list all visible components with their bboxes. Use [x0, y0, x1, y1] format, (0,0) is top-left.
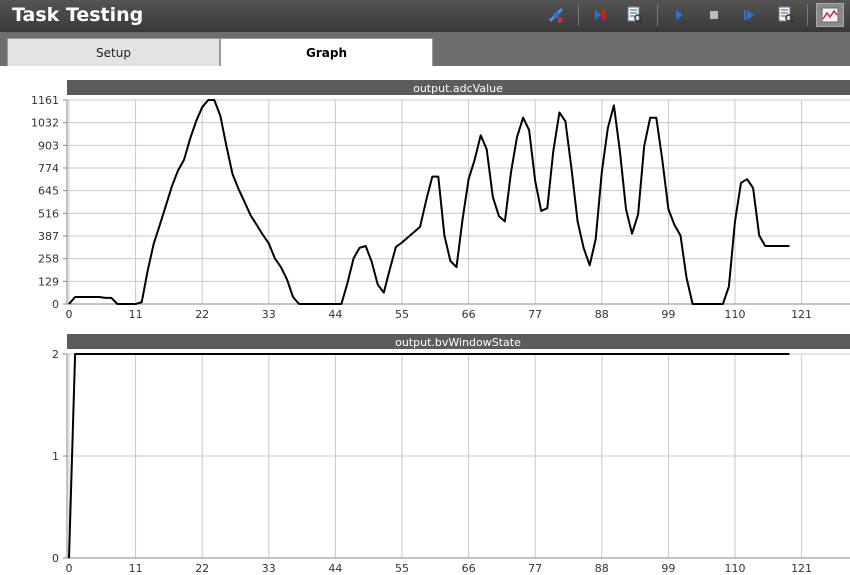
x-tick-label: 99 [661, 562, 675, 575]
graph-view-button[interactable] [816, 3, 844, 27]
tab-setup-label: Setup [96, 45, 131, 60]
x-tick-label: 110 [724, 562, 745, 575]
x-tick-label: 44 [328, 308, 342, 321]
connect-button[interactable] [545, 4, 567, 26]
stop-button[interactable] [703, 4, 725, 26]
x-tick-label: 110 [724, 308, 745, 321]
y-tick-label: 129 [38, 275, 59, 288]
adc-value-chart: output.adcValue 0 129 258 387 516 645 774 903 10… [31, 80, 850, 321]
report-button[interactable] [775, 4, 797, 26]
window-title: Task Testing [12, 4, 144, 26]
toolbar-separator [807, 4, 808, 26]
document-search-button[interactable] [624, 4, 646, 26]
connect-icon [548, 7, 564, 23]
x-tick-label: 11 [129, 562, 143, 575]
report-icon [778, 6, 795, 24]
y-tick-label: 2 [52, 348, 59, 361]
x-tick-label: 0 [66, 308, 73, 321]
stop-icon [710, 11, 718, 19]
x-tick-label: 121 [791, 562, 812, 575]
y-tick-label: 0 [52, 298, 59, 311]
play-icon [676, 10, 683, 20]
x-tick-label: 66 [462, 308, 476, 321]
toolbar-separator [657, 4, 658, 26]
toolbar-separator [578, 4, 579, 26]
x-tick-label: 33 [262, 308, 276, 321]
y-tick-label: 1161 [31, 94, 59, 107]
x-tick-label: 55 [395, 308, 409, 321]
stop-record-icon [595, 10, 605, 20]
tab-bar: Setup Graph [0, 32, 850, 67]
x-tick-label: 33 [262, 562, 276, 575]
x-tick-label: 0 [66, 562, 73, 575]
x-tick-label: 22 [195, 562, 209, 575]
x-tick-label: 44 [328, 562, 342, 575]
x-tick-label: 55 [395, 562, 409, 575]
x-tick-label: 88 [595, 562, 609, 575]
y-tick-label: 387 [38, 230, 59, 243]
tab-graph-label: Graph [306, 46, 347, 60]
y-tick-label: 1 [52, 450, 59, 463]
x-tick-label: 88 [595, 308, 609, 321]
title-bar: Task Testing [0, 0, 850, 32]
y-tick-label: 516 [38, 207, 59, 220]
chart-title: output.bvWindowState [395, 336, 521, 349]
x-tick-label: 121 [791, 308, 812, 321]
chart-grid [66, 353, 850, 559]
x-tick-label: 77 [528, 308, 542, 321]
x-tick-label: 77 [528, 562, 542, 575]
x-tick-label: 22 [195, 308, 209, 321]
x-tick-label: 99 [661, 308, 675, 321]
tab-setup[interactable]: Setup [7, 38, 220, 66]
chart-grid [66, 99, 850, 305]
stop-recording-button[interactable] [589, 4, 611, 26]
y-tick-label: 645 [38, 185, 59, 198]
y-tick-label: 774 [38, 162, 59, 175]
y-tick-label: 1032 [31, 117, 59, 130]
tab-graph[interactable]: Graph [220, 38, 433, 67]
series-line [68, 99, 790, 305]
y-tick-label: 258 [38, 253, 59, 266]
y-tick-label: 903 [38, 139, 59, 152]
x-tick-label: 11 [129, 308, 143, 321]
chart-title: output.adcValue [413, 82, 503, 95]
step-forward-button[interactable] [738, 4, 760, 26]
step-forward-icon [744, 10, 754, 20]
graph-view-icon [821, 7, 839, 23]
play-button[interactable] [668, 4, 690, 26]
document-search-icon [627, 6, 644, 24]
graph-panel: output.adcValue 0 129 258 387 516 645 774 903 10… [0, 66, 850, 575]
x-tick-label: 66 [462, 562, 476, 575]
window-state-chart: output.bvWindowState 0 1 2 0 11 22 33 44 55 66 77… [52, 334, 850, 575]
y-tick-label: 0 [52, 552, 59, 565]
